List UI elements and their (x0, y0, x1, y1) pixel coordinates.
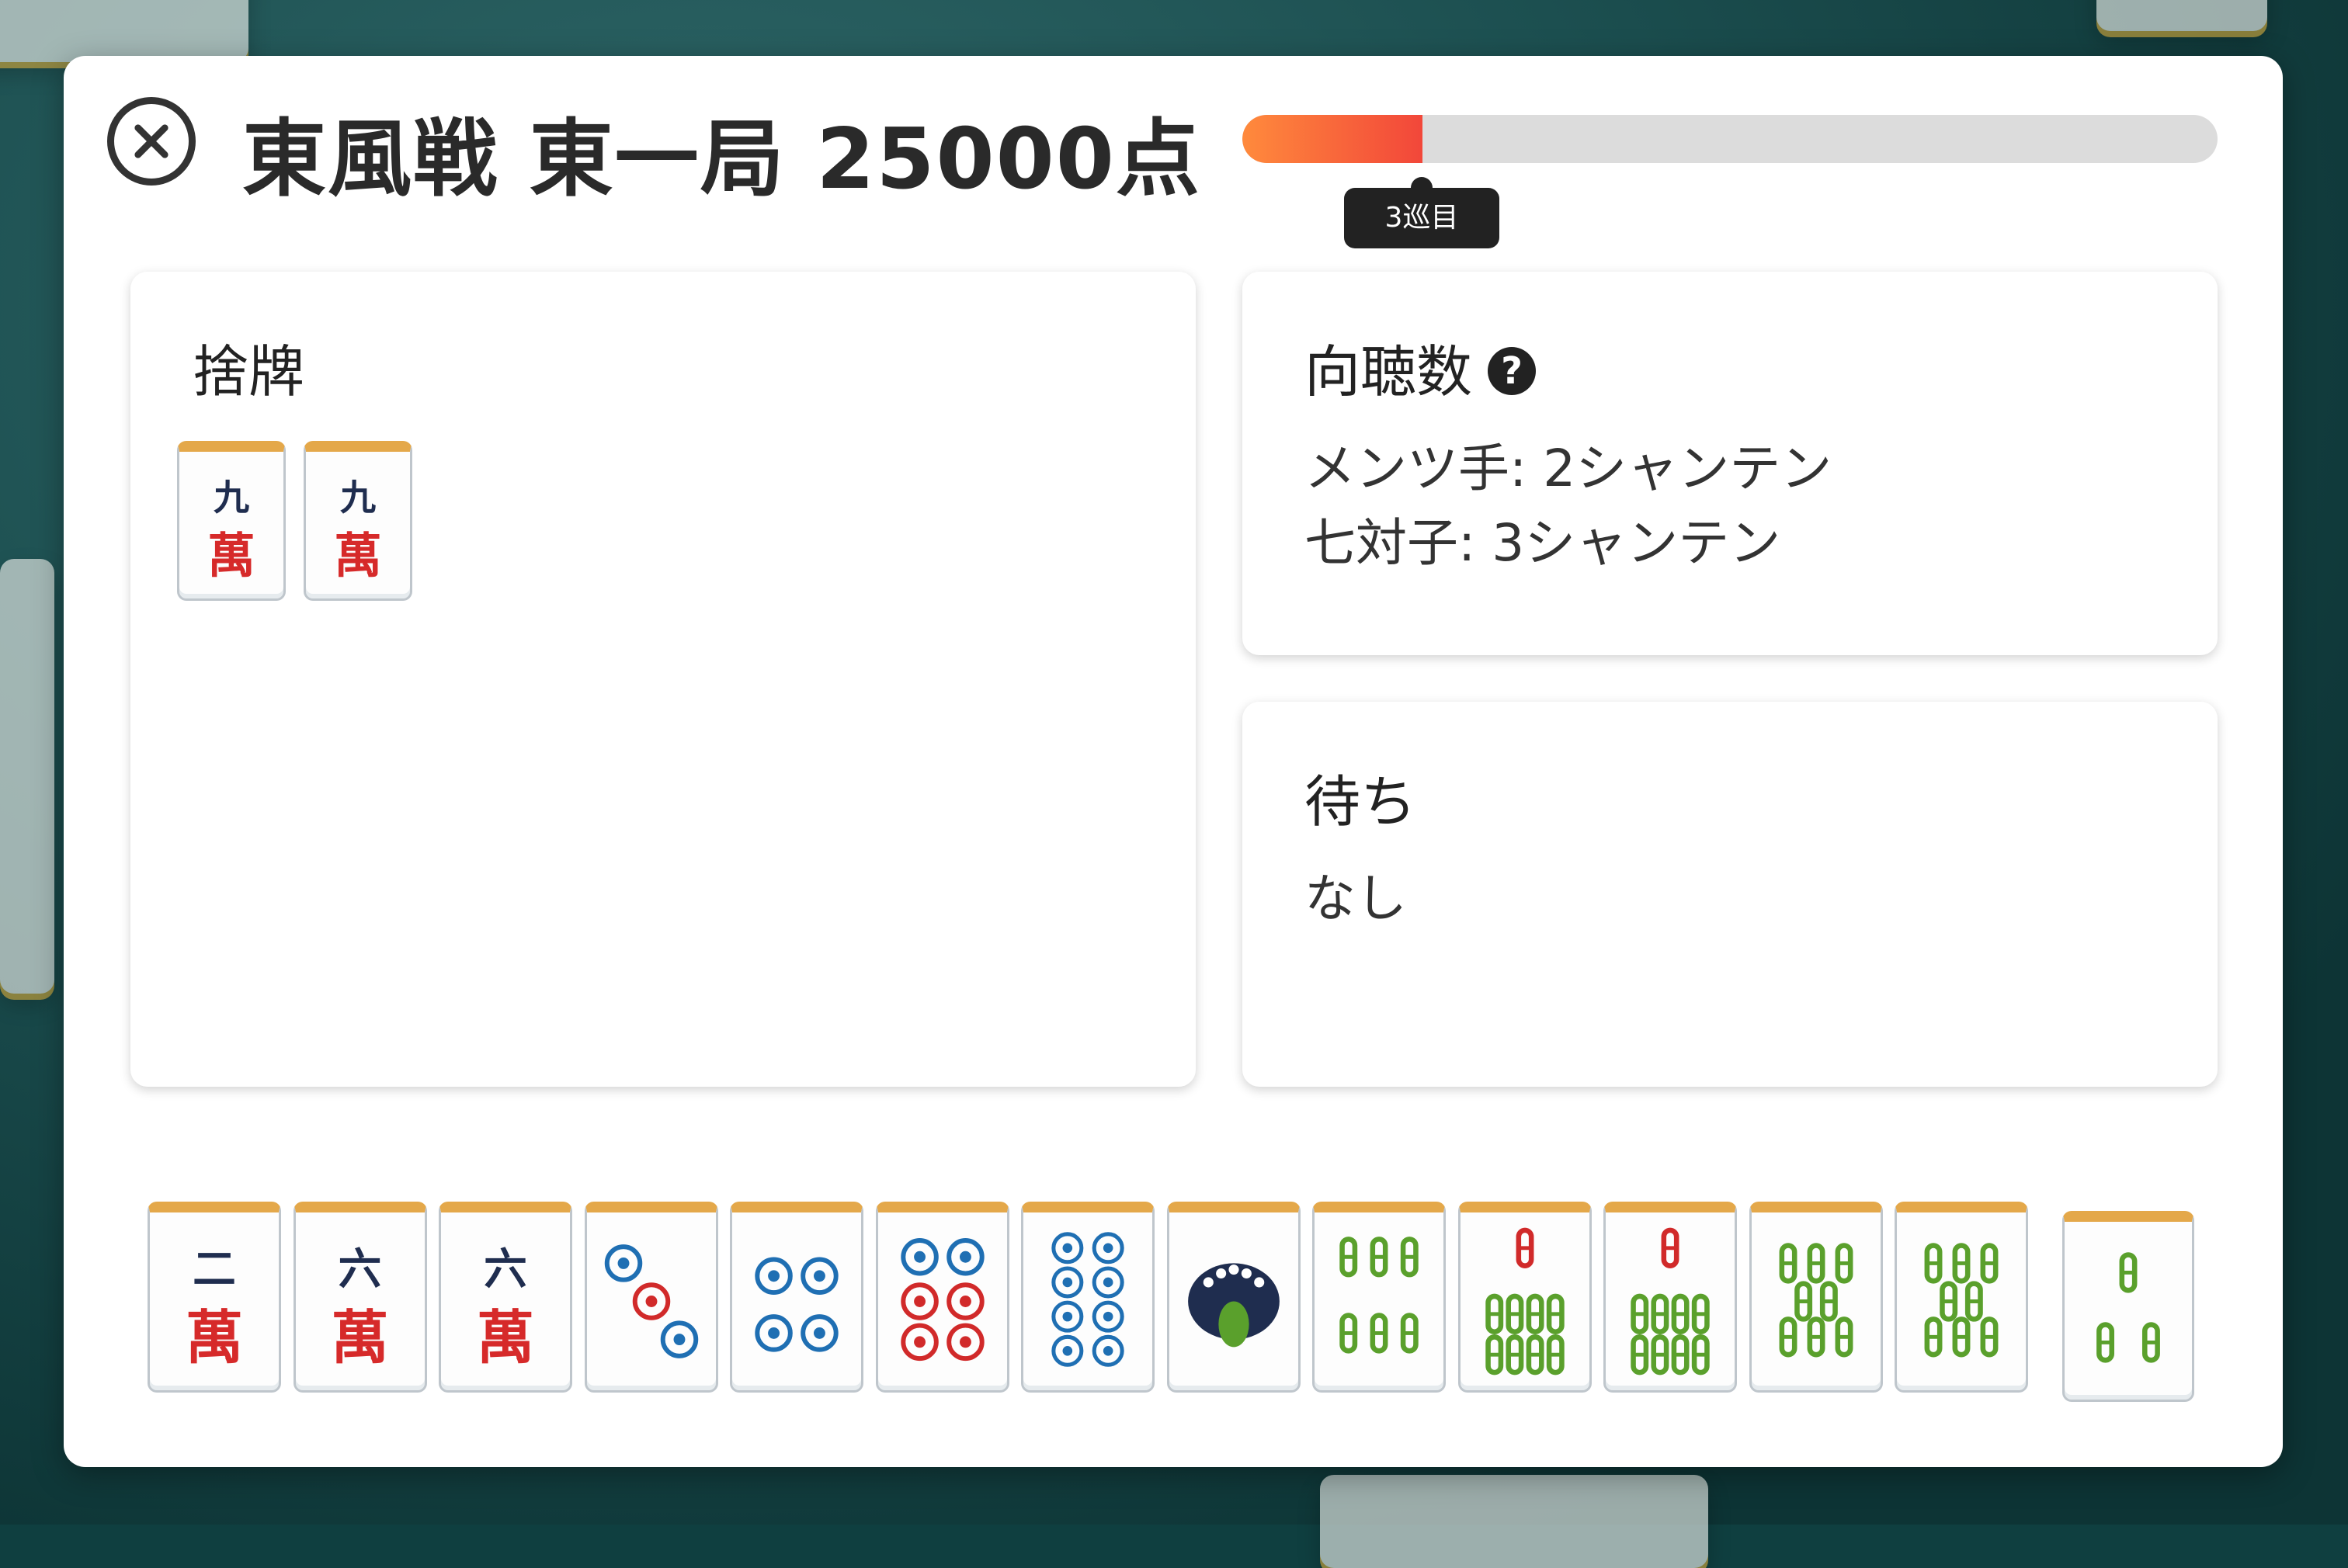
3p-tile-face (604, 1244, 698, 1358)
6s-tile-face (1339, 1237, 1419, 1354)
tile-suit: 萬 (476, 1303, 535, 1372)
hand-tile[interactable] (584, 1202, 718, 1393)
hand-tile[interactable] (1457, 1202, 1592, 1393)
tile-suit: 萬 (185, 1303, 244, 1372)
hand-tile[interactable]: 二萬 (148, 1202, 281, 1393)
tile-number: 九 (339, 477, 377, 519)
drawn-tile[interactable] (2062, 1211, 2194, 1402)
waits-value: なし (1304, 869, 1407, 928)
circle-x-icon (134, 124, 168, 158)
tile-number: 二 (193, 1244, 236, 1295)
background-tile (1320, 1475, 1708, 1568)
7s-tile-face (1485, 1227, 1565, 1375)
turn-progress-bar (1242, 115, 2218, 163)
tile-number: 九 (213, 477, 250, 519)
hand-tile[interactable]: 六萬 (439, 1202, 572, 1393)
shanten-line-chiitoi: 七対子: 3シャンテン (1304, 513, 1781, 573)
hand-tile[interactable] (1603, 1202, 1737, 1393)
background-tile (0, 559, 54, 994)
tile-suit: 萬 (331, 1303, 389, 1372)
tile-suit: 萬 (334, 528, 382, 585)
hand-tile[interactable] (730, 1202, 863, 1393)
discards-title: 捨牌 (193, 339, 305, 404)
shanten-card: 向聴数? メンツ手: 2シャンテン 七対子: 3シャンテン (1242, 272, 2218, 655)
question-circle-icon[interactable]: ? (1488, 347, 1537, 396)
3s-tile-face (2096, 1252, 2160, 1363)
tile-number: 六 (484, 1244, 527, 1295)
discards-card: 捨牌 九萬九萬 (130, 272, 1196, 1087)
turn-progress-fill (1242, 115, 1423, 163)
close-button[interactable] (107, 97, 196, 186)
hand-tile[interactable] (1312, 1202, 1446, 1393)
8p-tile-face (1051, 1232, 1124, 1367)
shanten-title-text: 向聴数 (1304, 339, 1473, 404)
tile-suit: 萬 (207, 528, 255, 585)
discard-tile: 九萬 (304, 441, 412, 601)
shanten-line-mentsu: メンツ手: 2シャンテン (1304, 439, 1832, 498)
background-tile (0, 0, 248, 62)
hand-tile[interactable] (1021, 1202, 1155, 1393)
hand-tile[interactable] (875, 1202, 1009, 1393)
waits-card: 待ち なし (1242, 702, 2218, 1087)
4p-tile-face (755, 1257, 839, 1352)
7s-tile-face (1631, 1227, 1710, 1375)
8s-tile-face (1779, 1243, 1853, 1358)
turn-tooltip: 3巡目 (1344, 177, 1499, 248)
hand-tile[interactable] (1749, 1202, 1883, 1393)
shanten-title: 向聴数? (1304, 326, 1537, 408)
8s-tile-face (1924, 1243, 1999, 1358)
hand-tile[interactable] (1895, 1202, 2028, 1393)
hand-tile[interactable] (1166, 1202, 1301, 1393)
1s-tile-face (1187, 1263, 1280, 1348)
waits-title: 待ち (1304, 769, 1417, 834)
hand-tile[interactable]: 六萬 (293, 1202, 427, 1393)
6p-tile-face (900, 1238, 985, 1362)
page-title: 東風戦 東一局 25000点 (242, 111, 1201, 208)
tile-number: 六 (338, 1244, 382, 1295)
background-tile (2096, 0, 2267, 31)
discard-tile: 九萬 (177, 441, 286, 601)
